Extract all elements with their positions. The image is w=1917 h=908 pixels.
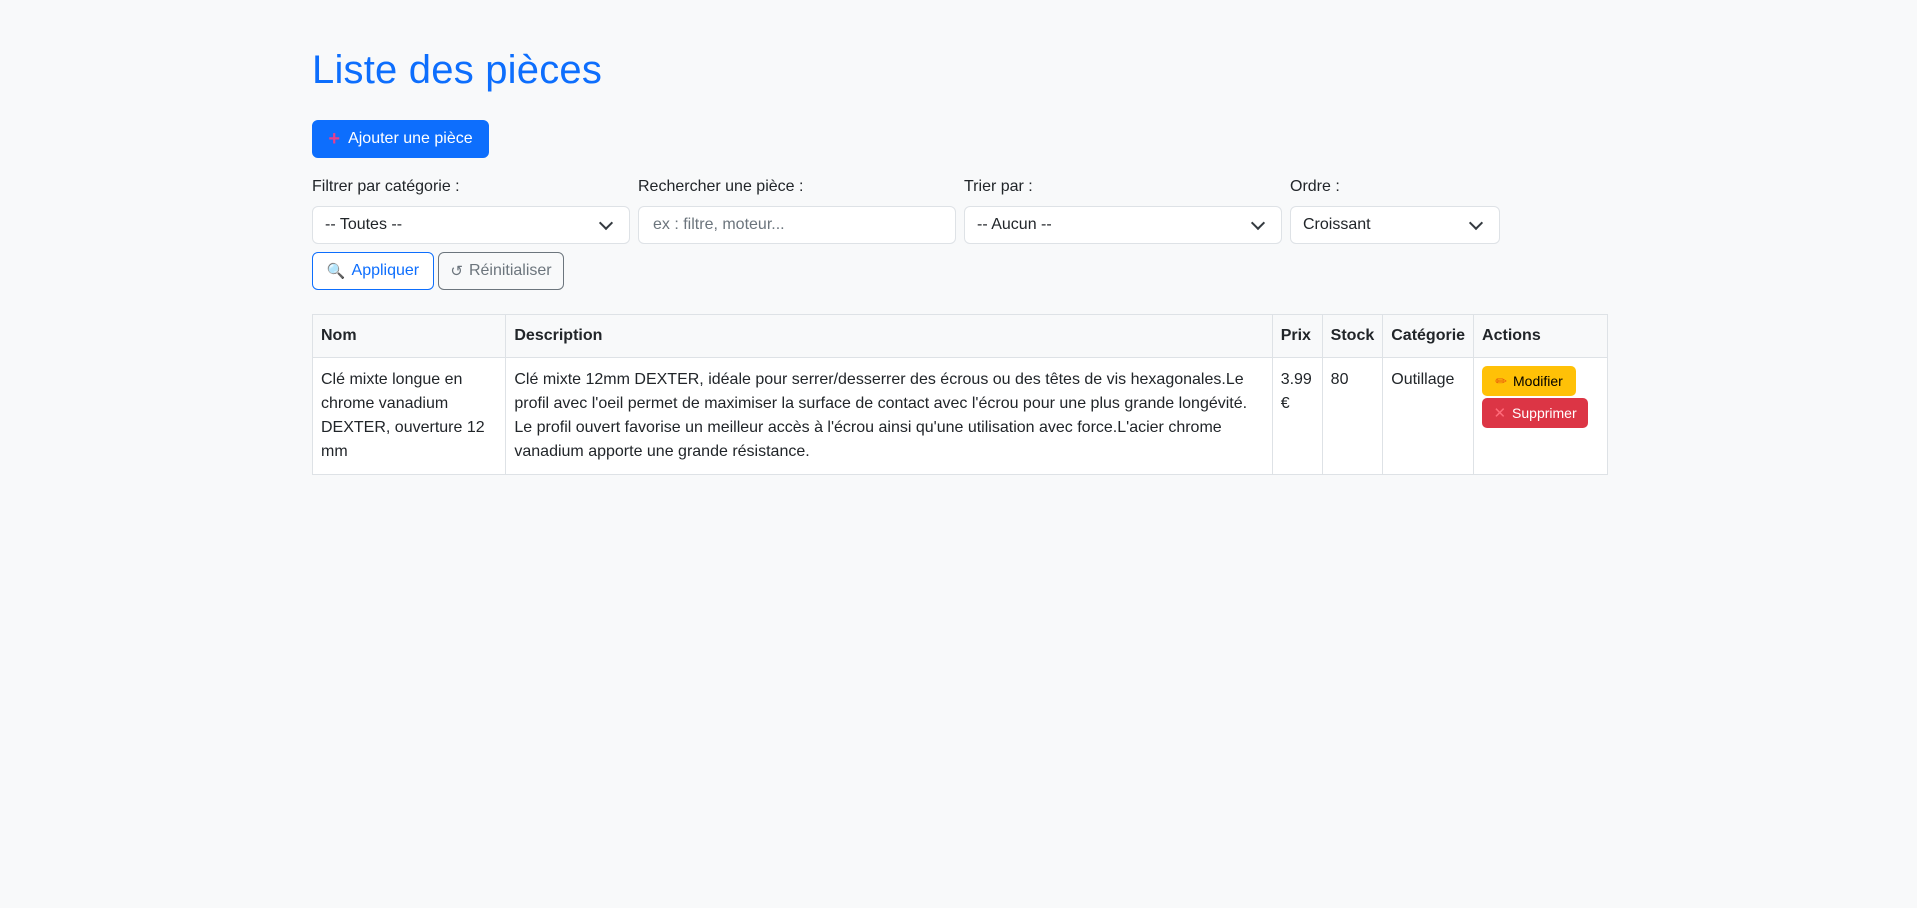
page-title: Liste des pièces bbox=[312, 48, 603, 92]
cell-actions: ✏ Modifier ✕ Supprimer bbox=[1473, 357, 1608, 475]
refresh-icon: ↺ bbox=[450, 263, 463, 280]
sort-label: Trier par : bbox=[964, 178, 1033, 195]
header-prix: Prix bbox=[1271, 314, 1323, 358]
cell-price: 3.99 € bbox=[1271, 357, 1323, 475]
cell-category: Outillage bbox=[1382, 357, 1475, 475]
search-input-wrapper[interactable] bbox=[638, 206, 956, 244]
header-actions: Actions bbox=[1473, 314, 1608, 358]
search-input[interactable] bbox=[651, 215, 943, 235]
search-label: Rechercher une pièce : bbox=[638, 178, 804, 195]
sort-select[interactable]: -- Aucun -- bbox=[964, 206, 1282, 244]
chevron-down-icon bbox=[598, 215, 614, 231]
x-icon: ✕ bbox=[1493, 405, 1507, 422]
reset-button[interactable]: ↺ Réinitialiser bbox=[438, 252, 564, 290]
header-categorie: Catégorie bbox=[1382, 314, 1475, 358]
apply-button[interactable]: 🔍 Appliquer bbox=[312, 252, 434, 290]
pencil-icon: ✏ bbox=[1495, 372, 1508, 389]
category-select[interactable]: -- Toutes -- bbox=[312, 206, 630, 244]
order-label: Ordre : bbox=[1290, 178, 1340, 195]
sort-select-value: -- Aucun -- bbox=[977, 216, 1052, 233]
add-piece-label: Ajouter une pièce bbox=[348, 130, 473, 147]
chevron-down-icon bbox=[1250, 215, 1266, 231]
delete-button[interactable]: ✕ Supprimer bbox=[1482, 398, 1589, 428]
header-nom: Nom bbox=[311, 314, 507, 358]
cell-description: Clé mixte 12mm DEXTER, idéale pour serre… bbox=[505, 357, 1273, 475]
order-select-value: Croissant bbox=[1303, 216, 1371, 233]
edit-label: Modifier bbox=[1513, 373, 1563, 389]
reset-label: Réinitialiser bbox=[468, 262, 552, 279]
magnifier-icon: 🔍 bbox=[326, 263, 346, 280]
header-description: Description bbox=[505, 314, 1273, 358]
header-stock: Stock bbox=[1321, 314, 1384, 358]
pieces-table: Nom Description Prix Stock Catégorie Act… bbox=[311, 314, 1608, 475]
apply-label: Appliquer bbox=[351, 262, 420, 279]
table-header-row: Nom Description Prix Stock Catégorie Act… bbox=[311, 314, 1608, 358]
chevron-down-icon bbox=[1468, 215, 1484, 231]
table-row: Clé mixte longue en chrome vanadium DEXT… bbox=[311, 357, 1608, 475]
order-select[interactable]: Croissant bbox=[1290, 206, 1500, 244]
plus-icon: + bbox=[328, 128, 341, 150]
cell-name: Clé mixte longue en chrome vanadium DEXT… bbox=[311, 357, 507, 475]
add-piece-button[interactable]: + Ajouter une pièce bbox=[312, 120, 489, 158]
cell-stock: 80 bbox=[1321, 357, 1384, 475]
category-select-value: -- Toutes -- bbox=[325, 216, 403, 233]
edit-button[interactable]: ✏ Modifier bbox=[1482, 366, 1577, 396]
category-filter-label: Filtrer par catégorie : bbox=[312, 178, 460, 195]
delete-label: Supprimer bbox=[1512, 405, 1577, 421]
